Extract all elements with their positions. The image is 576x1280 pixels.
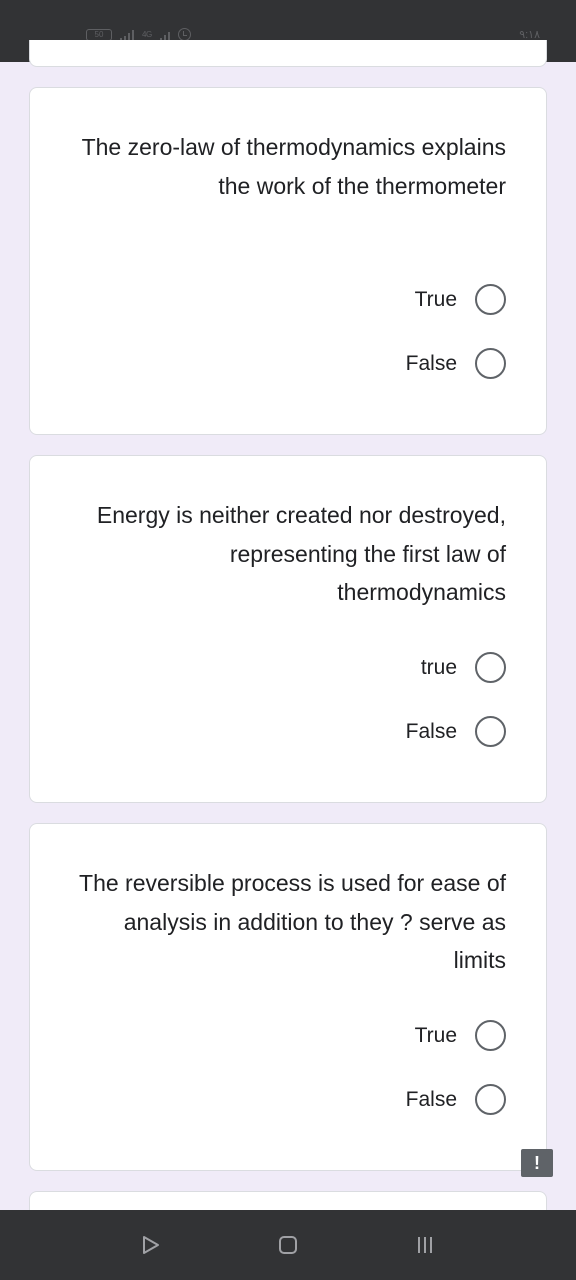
question-card-2: Energy is neither created nor destroyed,… bbox=[29, 455, 547, 803]
signal-icon-secondary bbox=[159, 29, 170, 41]
previous-question-card bbox=[29, 40, 547, 67]
option-true[interactable]: true bbox=[421, 652, 506, 683]
option-false[interactable]: False bbox=[406, 1084, 506, 1115]
radio-button[interactable] bbox=[475, 1084, 506, 1115]
report-icon[interactable]: ! bbox=[521, 1149, 553, 1177]
battery-icon: 50 bbox=[86, 28, 112, 41]
back-button[interactable] bbox=[138, 1232, 164, 1258]
radio-button[interactable] bbox=[475, 652, 506, 683]
option-label: False bbox=[405, 1087, 457, 1111]
radio-button[interactable] bbox=[475, 1020, 506, 1051]
radio-button[interactable] bbox=[475, 348, 506, 379]
radio-button[interactable] bbox=[475, 716, 506, 747]
question-card-1: The zero-law of thermodynamics explains … bbox=[29, 87, 547, 435]
home-square-icon bbox=[279, 1236, 297, 1254]
option-label: true bbox=[420, 655, 457, 679]
question-text: The reversible process is used for ease … bbox=[79, 870, 506, 973]
option-label: True bbox=[414, 1023, 457, 1047]
option-label: False bbox=[405, 351, 457, 375]
network-type-label: 4G bbox=[142, 30, 152, 39]
menu-lines-icon bbox=[418, 1237, 432, 1253]
question-text: The zero-law of thermodynamics explains … bbox=[81, 134, 506, 199]
home-button[interactable] bbox=[275, 1232, 301, 1258]
option-true[interactable]: True bbox=[415, 284, 506, 315]
battery-level: 50 bbox=[94, 29, 104, 39]
question-card-3: The reversible process is used for ease … bbox=[29, 823, 547, 1171]
option-label: False bbox=[405, 719, 457, 743]
option-false[interactable]: False bbox=[406, 716, 506, 747]
recents-button[interactable] bbox=[412, 1232, 438, 1258]
navigation-bar bbox=[0, 1210, 576, 1280]
option-false[interactable]: False bbox=[406, 348, 506, 379]
back-triangle-icon bbox=[143, 1236, 159, 1254]
radio-button[interactable] bbox=[475, 284, 506, 315]
option-true[interactable]: True bbox=[415, 1020, 506, 1051]
option-label: True bbox=[414, 287, 457, 311]
signal-icon bbox=[120, 29, 134, 41]
question-text: Energy is neither created nor destroyed,… bbox=[96, 502, 506, 605]
